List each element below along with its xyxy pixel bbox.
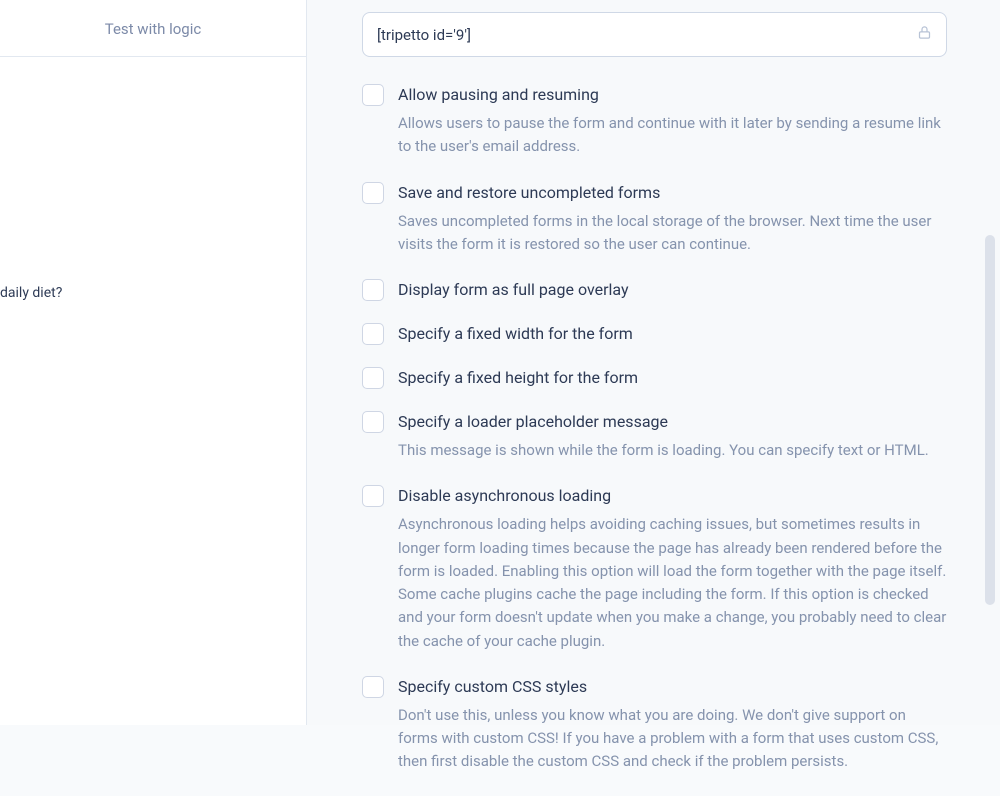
option-desc: Allows users to pause the form and conti… <box>398 112 947 159</box>
option-title[interactable]: Save and restore uncompleted forms <box>398 181 947 205</box>
settings-content: [tripetto id='9'] Allow pausing and resu… <box>362 0 947 796</box>
option-allow-pausing: Allow pausing and resuming Allows users … <box>362 83 947 159</box>
option-fixed-height: Specify a fixed height for the form <box>362 366 947 390</box>
shortcode-value: [tripetto id='9'] <box>377 26 471 44</box>
scrollbar-thumb[interactable] <box>985 235 995 605</box>
lock-icon <box>917 24 932 45</box>
checkbox-save-restore[interactable] <box>362 182 384 204</box>
option-title[interactable]: Display form as full page overlay <box>398 278 947 302</box>
option-title[interactable]: Allow pausing and resuming <box>398 83 947 107</box>
option-desc: Don't use this, unless you know what you… <box>398 704 947 774</box>
option-title[interactable]: Specify a loader placeholder message <box>398 410 947 434</box>
option-fixed-width: Specify a fixed width for the form <box>362 322 947 346</box>
option-disable-async: Disable asynchronous loading Asynchronou… <box>362 484 947 653</box>
option-custom-css: Specify custom CSS styles Don't use this… <box>362 675 947 774</box>
checkbox-custom-css[interactable] <box>362 676 384 698</box>
checkbox-allow-pausing[interactable] <box>362 84 384 106</box>
checkbox-loader-placeholder[interactable] <box>362 411 384 433</box>
main-panel: [tripetto id='9'] Allow pausing and resu… <box>307 0 1000 725</box>
option-title[interactable]: Disable asynchronous loading <box>398 484 947 508</box>
left-sidebar: Test with logic daily diet? <box>0 0 307 725</box>
checkbox-fixed-height[interactable] <box>362 367 384 389</box>
option-title[interactable]: Specify a fixed height for the form <box>398 366 947 390</box>
option-desc: Asynchronous loading helps avoiding cach… <box>398 513 947 653</box>
option-title[interactable]: Specify custom CSS styles <box>398 675 947 699</box>
option-full-page-overlay: Display form as full page overlay <box>362 278 947 302</box>
option-save-restore: Save and restore uncompleted forms Saves… <box>362 181 947 257</box>
option-title[interactable]: Specify a fixed width for the form <box>398 322 947 346</box>
option-desc: This message is shown while the form is … <box>398 439 947 462</box>
question-fragment: daily diet? <box>0 285 62 301</box>
checkbox-disable-async[interactable] <box>362 485 384 507</box>
shortcode-field[interactable]: [tripetto id='9'] <box>362 12 947 57</box>
checkbox-full-page-overlay[interactable] <box>362 279 384 301</box>
test-with-logic-link[interactable]: Test with logic <box>0 0 306 57</box>
checkbox-fixed-width[interactable] <box>362 323 384 345</box>
option-desc: Saves uncompleted forms in the local sto… <box>398 210 947 257</box>
option-loader-placeholder: Specify a loader placeholder message Thi… <box>362 410 947 462</box>
